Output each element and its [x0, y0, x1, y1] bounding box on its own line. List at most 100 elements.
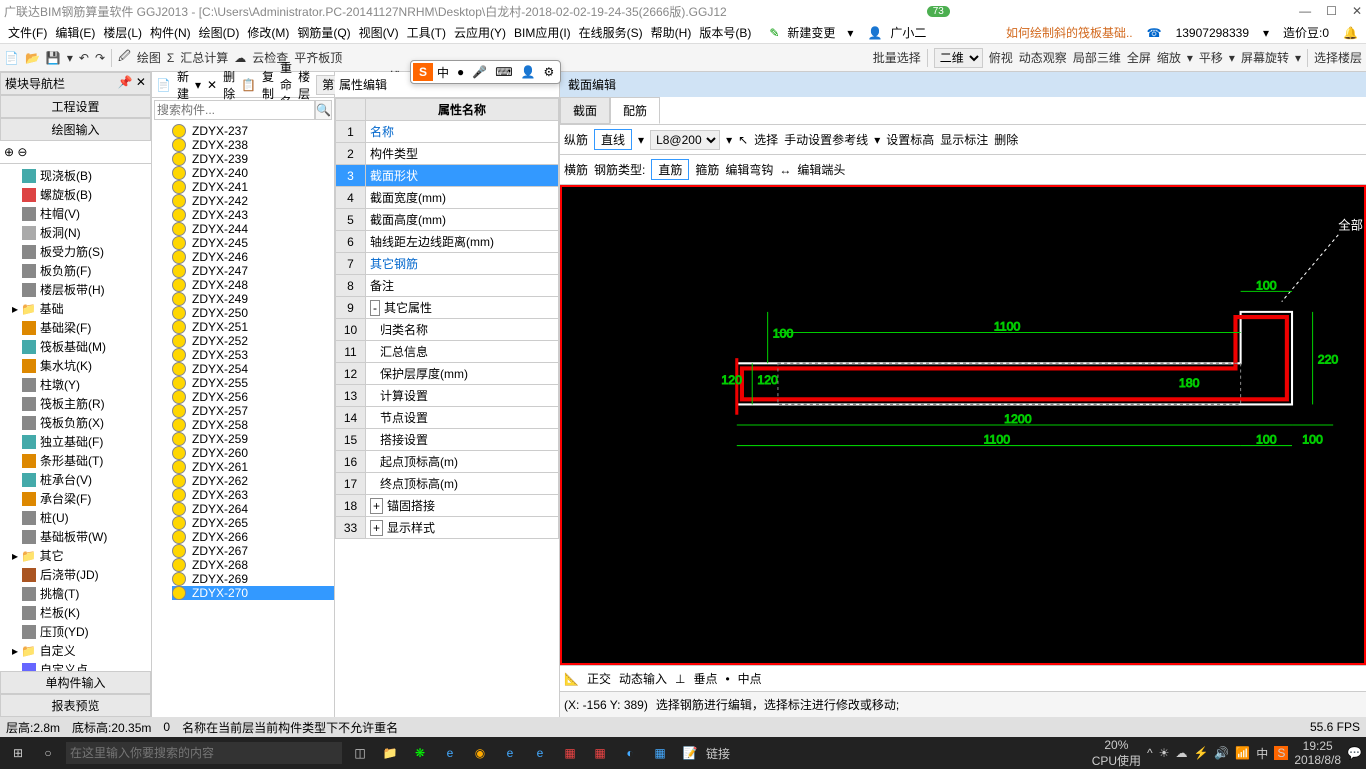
list-item[interactable]: ZDYX-267: [172, 544, 334, 558]
list-item[interactable]: ZDYX-249: [172, 292, 334, 306]
proj-settings[interactable]: 工程设置: [0, 95, 151, 118]
collapse-icon[interactable]: ⊖: [17, 145, 27, 159]
tree-item[interactable]: 集水坑(K): [2, 356, 149, 375]
tb-bird[interactable]: 俯视: [989, 49, 1013, 66]
search-input[interactable]: [154, 100, 315, 120]
save-icon[interactable]: 💾: [46, 51, 61, 65]
component-list[interactable]: ZDYX-237ZDYX-238ZDYX-239ZDYX-240ZDYX-241…: [152, 122, 334, 717]
tb-zoom[interactable]: 缩放: [1157, 49, 1181, 66]
tree-item[interactable]: ▸ 📁 基础: [2, 299, 149, 318]
list-item[interactable]: ZDYX-239: [172, 152, 334, 166]
tree-item[interactable]: 筏板基础(M): [2, 337, 149, 356]
prop-row[interactable]: 截面高度(mm): [366, 209, 559, 231]
tb-3d[interactable]: 局部三维: [1073, 49, 1121, 66]
tree-item[interactable]: 自定义点: [2, 660, 149, 671]
prop-row[interactable]: 其它钢筋: [366, 253, 559, 275]
tree-item[interactable]: 柱帽(V): [2, 204, 149, 223]
list-item[interactable]: ZDYX-250: [172, 306, 334, 320]
draw-input[interactable]: 绘图输入: [0, 118, 151, 141]
ime-toolbar[interactable]: S中●🎤⌨👤⚙: [410, 60, 561, 84]
tb-full[interactable]: 全屏: [1127, 49, 1151, 66]
list-item[interactable]: ZDYX-258: [172, 418, 334, 432]
prop-row[interactable]: +显示样式: [366, 517, 559, 539]
list-item[interactable]: ZDYX-257: [172, 404, 334, 418]
tree-item[interactable]: 挑檐(T): [2, 584, 149, 603]
undo-icon[interactable]: ↶: [79, 51, 89, 65]
list-item[interactable]: ZDYX-270: [172, 586, 334, 600]
list-item[interactable]: ZDYX-254: [172, 362, 334, 376]
close-icon[interactable]: ✕: [1352, 4, 1362, 18]
list-item[interactable]: ZDYX-240: [172, 166, 334, 180]
edge-icon[interactable]: e: [436, 739, 464, 767]
prop-row[interactable]: 保护层厚度(mm): [366, 363, 559, 385]
straight-btn[interactable]: 直筋: [651, 159, 689, 180]
menu-bim[interactable]: BIM应用(I): [512, 24, 573, 41]
tb-dyn[interactable]: 动态观察: [1019, 49, 1067, 66]
ortho[interactable]: 正交: [587, 670, 611, 687]
prop-row[interactable]: 起点顶标高(m): [366, 451, 559, 473]
prop-row[interactable]: 轴线距左边线距离(mm): [366, 231, 559, 253]
perp[interactable]: 垂点: [693, 670, 717, 687]
tree-item[interactable]: 楼层板带(H): [2, 280, 149, 299]
report[interactable]: 报表预览: [0, 694, 151, 717]
list-item[interactable]: ZDYX-263: [172, 488, 334, 502]
new-change[interactable]: 新建变更: [785, 24, 837, 41]
list-item[interactable]: ZDYX-265: [172, 516, 334, 530]
tb-batch[interactable]: 批量选择: [873, 49, 921, 66]
menu-edit[interactable]: 编辑(E): [53, 24, 97, 41]
new-icon[interactable]: 📄: [4, 51, 19, 65]
list-item[interactable]: ZDYX-241: [172, 180, 334, 194]
app-icon[interactable]: ▦: [556, 739, 584, 767]
select-btn[interactable]: 选择: [754, 131, 778, 148]
menu-tool[interactable]: 工具(T): [405, 24, 448, 41]
prop-row[interactable]: 名称: [366, 121, 559, 143]
hoop-btn[interactable]: 箍筋: [695, 161, 719, 178]
prop-row[interactable]: -其它属性: [366, 297, 559, 319]
app-icon[interactable]: ▦: [646, 739, 674, 767]
list-item[interactable]: ZDYX-251: [172, 320, 334, 334]
menu-comp[interactable]: 构件(N): [148, 24, 193, 41]
tree-item[interactable]: 筏板主筋(R): [2, 394, 149, 413]
tree-item[interactable]: 承台梁(F): [2, 489, 149, 508]
comp-del[interactable]: 删除: [223, 68, 235, 102]
menu-file[interactable]: 文件(F): [6, 24, 49, 41]
prop-row[interactable]: 截面形状: [366, 165, 559, 187]
app-icon[interactable]: 📁: [376, 739, 404, 767]
midpt[interactable]: 中点: [738, 670, 762, 687]
list-item[interactable]: ZDYX-261: [172, 460, 334, 474]
menu-draw[interactable]: 绘图(D): [197, 24, 242, 41]
tree-item[interactable]: 板洞(N): [2, 223, 149, 242]
tree-item[interactable]: 基础板带(W): [2, 527, 149, 546]
comp-copy[interactable]: 复制: [262, 68, 274, 102]
edit-end[interactable]: 编辑端头: [797, 161, 845, 178]
redo-icon[interactable]: ↷: [95, 51, 105, 65]
ie-icon[interactable]: e: [526, 739, 554, 767]
menu-cloud[interactable]: 云应用(Y): [452, 24, 508, 41]
tb-rot[interactable]: 屏幕旋转: [1241, 49, 1289, 66]
tb-pan[interactable]: 平移: [1199, 49, 1223, 66]
tree-item[interactable]: 后浇带(JD): [2, 565, 149, 584]
tree-item[interactable]: 筏板负筋(X): [2, 413, 149, 432]
nav-tree[interactable]: 现浇板(B)螺旋板(B)柱帽(V)板洞(N)板受力筋(S)板负筋(F)楼层板带(…: [0, 164, 151, 671]
prop-row[interactable]: +锚固搭接: [366, 495, 559, 517]
tab-rebar[interactable]: 配筋: [610, 97, 660, 124]
tab-section[interactable]: 截面: [560, 97, 610, 124]
edge-icon[interactable]: e: [496, 739, 524, 767]
line-btn[interactable]: 直线: [594, 129, 632, 150]
list-item[interactable]: ZDYX-244: [172, 222, 334, 236]
prop-row[interactable]: 截面宽度(mm): [366, 187, 559, 209]
user[interactable]: 广小二: [888, 24, 928, 41]
tb-selfloor[interactable]: 选择楼层: [1314, 49, 1362, 66]
comp-new[interactable]: 新建: [177, 68, 189, 102]
tree-item[interactable]: 独立基础(F): [2, 432, 149, 451]
list-item[interactable]: ZDYX-256: [172, 390, 334, 404]
list-item[interactable]: ZDYX-268: [172, 558, 334, 572]
section-canvas[interactable]: 全部 100 100 1100 220 120 120 180 1200 1: [560, 185, 1366, 665]
tree-item[interactable]: 桩(U): [2, 508, 149, 527]
menu-floor[interactable]: 楼层(L): [101, 24, 144, 41]
search-button[interactable]: 🔍: [315, 100, 332, 120]
task-link[interactable]: 链接: [706, 745, 730, 762]
max-icon[interactable]: ☐: [1326, 4, 1337, 18]
edit-bend[interactable]: 编辑弯钩: [725, 161, 773, 178]
cortana-icon[interactable]: ○: [34, 739, 62, 767]
